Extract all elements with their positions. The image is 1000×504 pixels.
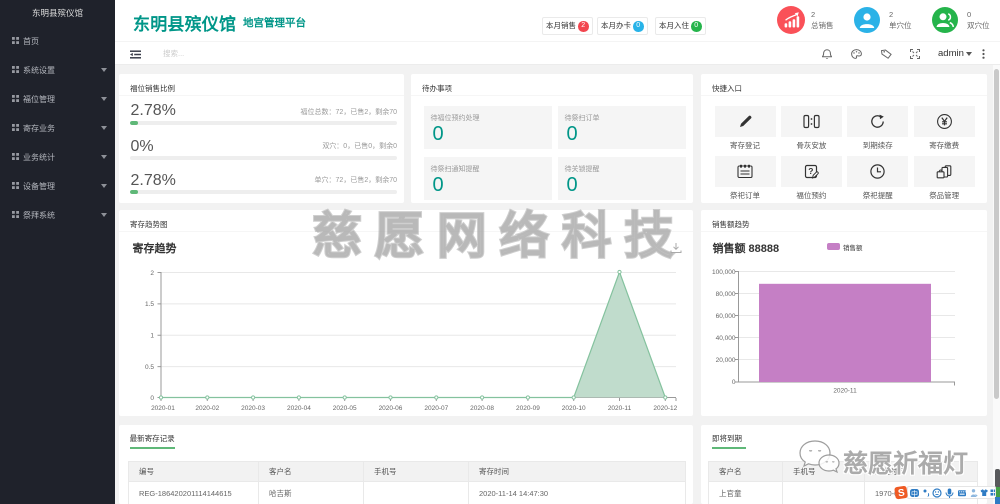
svg-text:0: 0 xyxy=(732,379,736,386)
svg-text:20,000: 20,000 xyxy=(716,357,736,364)
svg-text:2020-05: 2020-05 xyxy=(333,405,357,412)
svg-text:60,000: 60,000 xyxy=(716,313,736,320)
svg-text:2020-06: 2020-06 xyxy=(379,405,403,412)
svg-text:0.5: 0.5 xyxy=(145,364,154,371)
svg-text:2020-07: 2020-07 xyxy=(424,405,448,412)
svg-text:2020-08: 2020-08 xyxy=(470,405,494,412)
svg-text:2020-09: 2020-09 xyxy=(516,405,540,412)
svg-text:1: 1 xyxy=(150,333,154,340)
svg-text:40,000: 40,000 xyxy=(716,335,736,342)
svg-text:2020-04: 2020-04 xyxy=(287,405,311,412)
svg-text:2020-01: 2020-01 xyxy=(151,405,175,412)
svg-text:1.5: 1.5 xyxy=(145,301,154,308)
svg-text:2020-03: 2020-03 xyxy=(241,405,265,412)
svg-text:0: 0 xyxy=(150,395,154,402)
svg-text:2020-10: 2020-10 xyxy=(562,405,586,412)
svg-text:80,000: 80,000 xyxy=(716,291,736,298)
svg-text:2020-11: 2020-11 xyxy=(608,405,632,412)
svg-text:2: 2 xyxy=(150,270,154,277)
svg-text:100,000: 100,000 xyxy=(712,269,736,276)
svg-text:2020-11: 2020-11 xyxy=(833,388,857,395)
svg-text:中: 中 xyxy=(911,489,918,498)
svg-text:?: ? xyxy=(808,166,813,176)
svg-text:2020-02: 2020-02 xyxy=(195,405,219,412)
svg-text:2020-12: 2020-12 xyxy=(653,405,677,412)
